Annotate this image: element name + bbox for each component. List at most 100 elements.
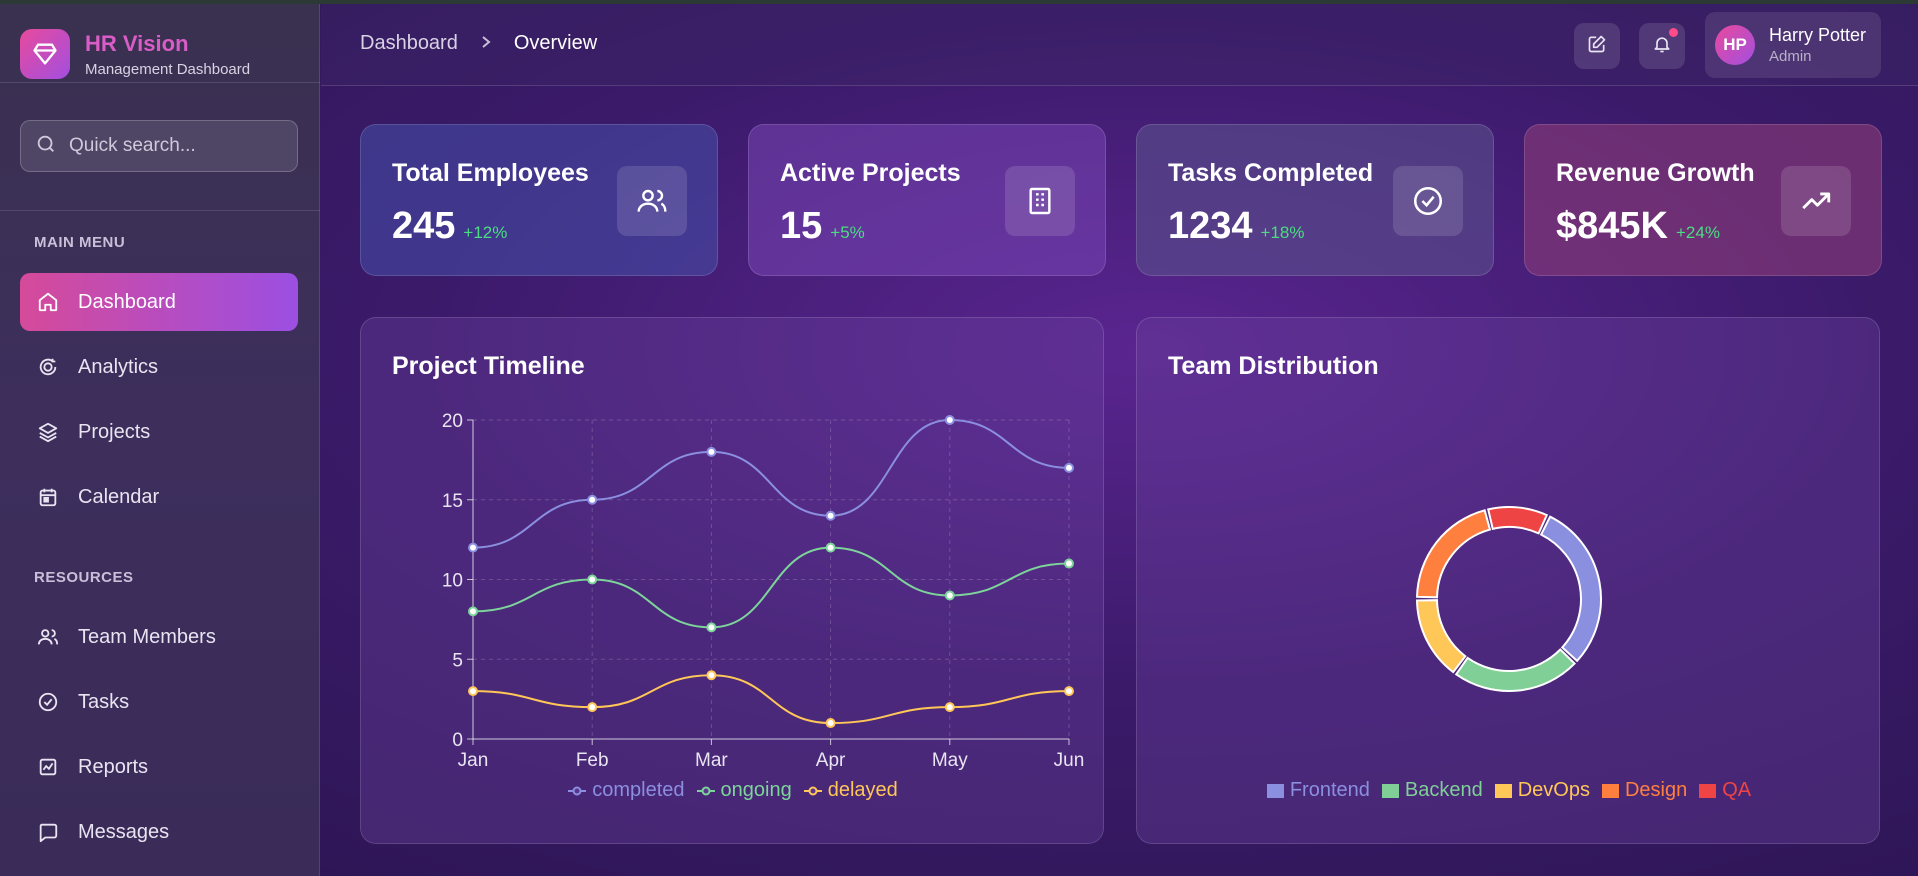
x-tick-label: Jun [1054, 750, 1085, 771]
layers-icon [36, 420, 60, 444]
data-point-ongoing [1064, 558, 1074, 569]
edit-button[interactable] [1574, 23, 1620, 69]
pie-slice-frontend [1539, 515, 1602, 663]
data-point-ongoing [944, 590, 955, 601]
home-icon [36, 290, 60, 314]
user-name: Harry Potter [1769, 25, 1867, 45]
data-point-delayed [944, 702, 955, 713]
series-line-completed [472, 418, 1070, 549]
edit-icon [1587, 34, 1607, 59]
y-tick-label: 10 [442, 571, 463, 592]
sidebar-item-label: Tasks [78, 690, 130, 713]
y-tick-label: 0 [452, 730, 463, 751]
data-point-delayed [587, 702, 598, 713]
chevron-right-icon [480, 32, 492, 55]
legend-swatch [1266, 783, 1284, 798]
legend-label: Frontend [1289, 779, 1370, 801]
stat-title: Active Projects [780, 159, 961, 187]
sidebar-divider [0, 210, 320, 211]
sidebar-item-team-members[interactable]: Team Members [20, 608, 298, 666]
legend-item-qa[interactable]: QA [1699, 779, 1751, 802]
legend-item-frontend[interactable]: Frontend [1266, 779, 1370, 802]
data-point-ongoing [468, 606, 478, 617]
legend-item-completed[interactable]: completed [568, 779, 685, 802]
data-point-completed [468, 542, 478, 553]
user-menu[interactable]: HP Harry Potter Admin [1705, 12, 1881, 78]
sidebar-item-calendar[interactable]: Calendar [20, 468, 298, 526]
sidebar-item-analytics[interactable]: Analytics [20, 338, 298, 396]
breadcrumb-overview: Overview [513, 32, 598, 54]
sidebar-item-label: Projects [78, 420, 151, 443]
stat-card-tasks-completed[interactable]: Tasks Completed 1234 +18% [1136, 124, 1494, 276]
analytics-icon [36, 355, 60, 379]
notification-badge [1669, 28, 1678, 37]
stat-change: +12% [463, 223, 508, 242]
stat-title: Tasks Completed [1168, 159, 1374, 187]
sidebar-item-dashboard[interactable]: Dashboard [20, 273, 298, 331]
search-icon [35, 133, 57, 160]
data-point-ongoing [587, 574, 598, 585]
legend-label: completed [592, 779, 685, 801]
report-chart-icon [36, 755, 60, 779]
legend-item-delayed[interactable]: delayed [803, 779, 898, 802]
stat-title: Total Employees [392, 159, 589, 187]
data-point-delayed [468, 686, 478, 697]
legend-item-backend[interactable]: Backend [1381, 779, 1483, 802]
stat-value: 245 +12% [392, 205, 508, 247]
sidebar-item-projects[interactable]: Projects [20, 403, 298, 461]
search-input[interactable] [69, 135, 289, 157]
data-point-delayed [1064, 686, 1074, 697]
breadcrumb-dashboard[interactable]: Dashboard [360, 32, 458, 55]
calendar-icon [36, 485, 60, 509]
check-circle-icon [1393, 166, 1463, 236]
building-icon [1005, 166, 1075, 236]
stat-card-revenue-growth[interactable]: Revenue Growth $845K +24% [1524, 124, 1882, 276]
stat-card-total-employees[interactable]: Total Employees 245 +12% [360, 124, 718, 276]
user-role: Admin [1769, 48, 1812, 65]
x-tick-label: May [932, 750, 968, 771]
sidebar-item-label: Calendar [78, 485, 160, 508]
bell-icon [1652, 34, 1672, 59]
brand[interactable]: HR Vision Management Dashboard [20, 28, 250, 80]
sidebar-item-reports[interactable]: Reports [20, 738, 298, 796]
notifications-button[interactable] [1639, 23, 1685, 69]
stat-change: +24% [1675, 223, 1720, 242]
legend-label: Design [1624, 779, 1688, 801]
main-menu-heading: MAIN MENU [34, 234, 126, 251]
chart-legend: Frontend Backend DevOps Design QA [1137, 779, 1881, 802]
legend-swatch [1699, 783, 1717, 798]
sidebar-item-tasks[interactable]: Tasks [20, 673, 298, 731]
sidebar-item-messages[interactable]: Messages [20, 803, 298, 861]
stat-title: Revenue Growth [1556, 159, 1755, 187]
users-icon [617, 166, 687, 236]
legend-item-devops[interactable]: DevOps [1494, 779, 1590, 802]
data-point-delayed [706, 670, 717, 681]
check-circle-icon [36, 690, 60, 714]
users-icon [36, 625, 60, 649]
message-icon [36, 820, 60, 844]
search-box[interactable] [20, 120, 298, 172]
legend-item-design[interactable]: Design [1601, 779, 1688, 802]
legend-swatch [1601, 783, 1619, 798]
data-point-completed [1064, 462, 1074, 473]
chart-legend: completed ongoing delayed [361, 779, 1105, 802]
sidebar-item-label: Team Members [78, 625, 216, 648]
x-tick-label: Mar [695, 750, 728, 771]
sidebar-item-label: Messages [78, 820, 170, 843]
legend-item-ongoing[interactable]: ongoing [696, 779, 792, 802]
y-tick-label: 15 [442, 491, 463, 512]
sidebar-item-label: Analytics [78, 355, 159, 378]
legend-label: QA [1722, 779, 1752, 801]
team-distribution-card: Team Distribution Frontend Backend DevOps D… [1136, 317, 1880, 844]
legend-swatch [1381, 783, 1399, 798]
data-point-completed [587, 494, 598, 505]
stat-card-active-projects[interactable]: Active Projects 15 +5% [748, 124, 1106, 276]
stat-value: 1234 +18% [1168, 205, 1305, 247]
x-tick-label: Apr [816, 750, 846, 771]
sidebar-divider [0, 82, 320, 83]
brand-title: HR Vision [85, 30, 189, 56]
series-line-ongoing [472, 546, 1070, 629]
pie-slice-design [1416, 509, 1492, 599]
brand-subtitle: Management Dashboard [85, 60, 251, 78]
diamond-logo-icon [20, 29, 70, 79]
